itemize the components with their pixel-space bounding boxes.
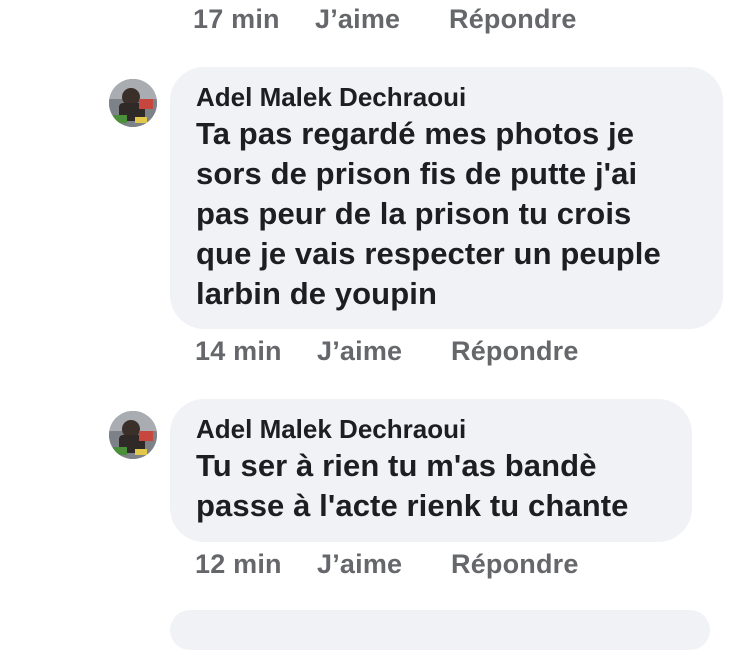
comment-timestamp: 12 min (195, 549, 282, 579)
comment-text: Tu ser à rien tu m'as bandè passe à l'ac… (196, 448, 629, 523)
profile-photo-icon (109, 411, 157, 459)
reply-button[interactable]: Répondre (449, 4, 577, 35)
avatar[interactable] (109, 411, 157, 459)
profile-photo-icon (109, 79, 157, 127)
comment-actions-top: 17 min J’aime Répondre (193, 4, 577, 35)
comment-actions: 12 min J’aime Répondre (195, 549, 579, 580)
reply-button[interactable]: Répondre (451, 336, 579, 367)
comment-bubble: Adel Malek Dechraoui Ta pas regardé mes … (170, 67, 723, 329)
comment-timestamp: 17 min (193, 4, 280, 34)
comment-author[interactable]: Adel Malek Dechraoui (196, 412, 668, 446)
like-button[interactable]: J’aime (315, 4, 449, 35)
comment-bubble: Adel Malek Dechraoui Tu ser à rien tu m'… (170, 399, 692, 542)
comment-bubble-partial (170, 610, 710, 650)
reply-button[interactable]: Répondre (451, 549, 579, 580)
comment-text: Ta pas regardé mes photos je sors de pri… (196, 116, 661, 311)
comment-timestamp: 14 min (195, 336, 282, 366)
like-button[interactable]: J’aime (317, 549, 451, 580)
like-button[interactable]: J’aime (317, 336, 451, 367)
comment-author[interactable]: Adel Malek Dechraoui (196, 80, 699, 114)
avatar[interactable] (109, 79, 157, 127)
comment-actions: 14 min J’aime Répondre (195, 336, 579, 367)
